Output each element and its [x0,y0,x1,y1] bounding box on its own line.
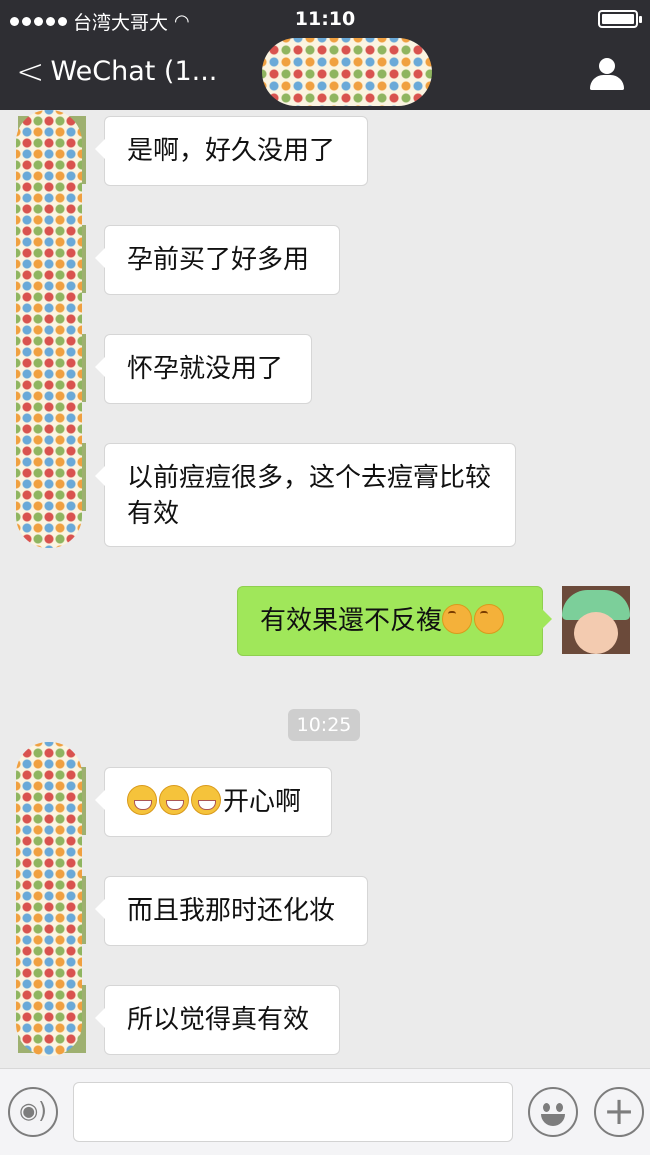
message-bubble[interactable]: 而且我那时还化妆 [95,876,368,946]
input-bar: ◉) + [0,1068,650,1155]
more-options-button[interactable]: + [594,1087,644,1137]
message-text: 所以觉得真有效 [127,1005,310,1035]
status-bar: 台湾大哥大 ◠ 11:10 [0,0,650,38]
chat-area[interactable]: 是啊，好久没用了 孕前买了好多用 怀孕就没用了 以前痘痘很多，这个去痘膏比较有效… [0,110,650,1068]
message-text: 而且我那时还化妆 [127,896,336,926]
plus-icon: + [603,1089,635,1133]
message-bubble[interactable]: 所以觉得真有效 [95,985,340,1055]
grin-emoji-icon [191,785,221,815]
back-button[interactable]: < WeChat (1... [16,51,218,92]
emoji-button[interactable] [528,1087,578,1137]
message-text: 怀孕就没用了 [127,354,284,384]
grin-emoji-icon [159,785,189,815]
message-text: 有效果還不反複 [260,606,443,636]
hug-emoji-icon [442,604,473,634]
message-bubble[interactable]: 孕前买了好多用 [95,225,340,295]
message-input[interactable] [73,1082,513,1142]
hug-emoji-icon [474,604,505,634]
redacted-avatar-strip [16,110,82,548]
chat-timestamp: 10:25 [288,709,360,741]
message-bubble[interactable]: 开心啊 [95,767,332,837]
message-text: 以前痘痘很多，这个去痘膏比较有效 [127,463,492,529]
status-time: 11:10 [294,8,356,30]
nav-bar: < WeChat (1... [0,38,650,110]
message-text: 是啊，好久没用了 [127,136,336,166]
self-avatar[interactable] [562,586,630,654]
voice-input-button[interactable]: ◉) [8,1087,58,1137]
message-text: 孕前买了好多用 [127,245,310,275]
voice-icon: ◉) [19,1099,47,1124]
redacted-chat-title [262,38,432,106]
message-bubble[interactable]: 以前痘痘很多，这个去痘膏比较有效 [95,443,516,547]
grin-emoji-icon [127,785,157,815]
message-bubble[interactable]: 怀孕就没用了 [95,334,312,404]
message-text: 开心啊 [223,787,302,817]
message-bubble[interactable]: 是啊，好久没用了 [95,116,368,186]
chevron-left-icon: < [16,51,45,92]
sent-message-bubble[interactable]: 有效果還不反複 [237,586,552,656]
redacted-avatar-strip [16,742,82,1056]
smiley-icon [543,1103,563,1112]
back-label: WeChat (1... [50,56,218,87]
profile-icon[interactable] [590,58,624,90]
battery-icon [598,10,642,28]
